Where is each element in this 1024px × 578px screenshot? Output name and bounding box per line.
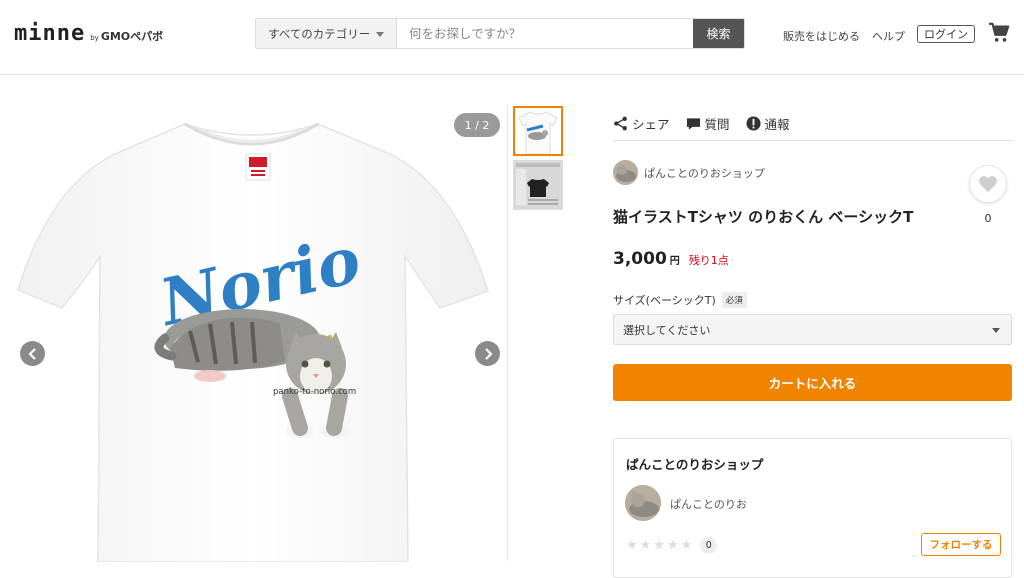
- cart-icon[interactable]: [988, 22, 1010, 44]
- next-image-button[interactable]: [475, 341, 500, 366]
- category-select-label: すべてのカテゴリー: [268, 26, 371, 41]
- chevron-down-icon: [376, 32, 384, 37]
- product-image[interactable]: Norio panko-to-norio.com: [0, 76, 507, 562]
- rating-stars: ★ ★ ★ ★ ★ 0: [626, 537, 718, 554]
- shop-card: ぱんことのりおショップ ぱんことのりお ★ ★ ★ ★ ★ 0 フォローする: [613, 438, 1012, 578]
- shop-card-title[interactable]: ぱんことのりおショップ: [626, 454, 763, 473]
- site-header: minne by GMOペパボ すべてのカテゴリー 検索 販売をはじめる ヘルプ…: [0, 0, 1024, 75]
- product-title: 猫イラストTシャツ のりおくん ベーシックT: [613, 208, 914, 226]
- speech-bubble-icon: [686, 117, 700, 130]
- shop-owner-avatar[interactable]: [625, 485, 661, 521]
- page-indicator: 1 / 2: [454, 113, 500, 137]
- size-select[interactable]: 選択してください: [613, 314, 1012, 345]
- star-icon: ★: [666, 538, 679, 553]
- shop-name: ぱんことのりおショップ: [644, 166, 765, 180]
- exclamation-icon: [746, 116, 761, 131]
- chevron-right-icon: [484, 347, 493, 360]
- report-label: 通報: [764, 117, 790, 132]
- size-label: サイズ(ベーシックT): [613, 294, 716, 307]
- question-button[interactable]: 質問: [686, 114, 730, 133]
- thumbnail-2[interactable]: [513, 160, 563, 210]
- search-bar: すべてのカテゴリー 検索: [255, 18, 745, 49]
- actions-divider: [613, 140, 1012, 141]
- follow-button[interactable]: フォローする: [921, 533, 1001, 556]
- share-icon: [614, 116, 627, 131]
- category-select[interactable]: すべてのカテゴリー: [256, 19, 397, 48]
- favorite-count: 0: [984, 212, 992, 225]
- shop-owner-name[interactable]: ぱんことのりお: [670, 496, 747, 512]
- chevron-down-icon: [992, 328, 1000, 333]
- add-to-cart-button[interactable]: カートに入れる: [613, 364, 1012, 401]
- shirt-print-caption: panko-to-norio.com: [273, 387, 356, 397]
- logo-main: minne: [14, 21, 86, 46]
- rating-count: 0: [700, 537, 718, 554]
- heart-icon: [979, 176, 997, 193]
- stock-badge: 残り1点: [688, 254, 729, 267]
- start-selling-link[interactable]: 販売をはじめる: [783, 28, 860, 44]
- star-icon: ★: [653, 538, 665, 553]
- currency: 円: [669, 256, 680, 267]
- search-input[interactable]: [397, 19, 693, 48]
- thumbnail-image: [514, 161, 562, 209]
- star-icon: ★: [626, 538, 638, 553]
- logo-by: by: [90, 34, 99, 42]
- shop-avatar: [613, 160, 638, 185]
- thumbnail-image: [518, 111, 558, 154]
- shop-link[interactable]: ぱんことのりおショップ: [613, 160, 765, 185]
- logo-brand: GMOペパボ: [100, 30, 164, 43]
- favorite-button[interactable]: [969, 165, 1007, 203]
- report-button[interactable]: 通報: [746, 114, 790, 133]
- minne-logo[interactable]: minne by GMOペパボ: [14, 21, 163, 46]
- star-icon: ★: [639, 538, 652, 553]
- star-icon: ★: [680, 538, 693, 553]
- size-select-value: 選択してください: [623, 323, 711, 337]
- gallery-divider: [507, 105, 508, 562]
- product-gallery: Norio panko-to-norio.com 1 / 2: [0, 76, 507, 562]
- thumbnail-1[interactable]: [513, 106, 563, 156]
- search-button[interactable]: 検索: [693, 19, 744, 48]
- required-badge: 必須: [721, 292, 747, 308]
- price: 3,000: [613, 249, 667, 269]
- share-button[interactable]: シェア: [613, 114, 670, 133]
- price-row: 3,000 円 残り1点: [613, 249, 729, 269]
- product-actions: シェア 質問 通報: [613, 114, 790, 133]
- prev-image-button[interactable]: [20, 341, 45, 366]
- login-button[interactable]: ログイン: [917, 25, 975, 43]
- question-label: 質問: [704, 117, 730, 132]
- share-label: シェア: [632, 117, 670, 132]
- chevron-left-icon: [27, 347, 36, 360]
- help-link[interactable]: ヘルプ: [872, 28, 905, 44]
- size-label-row: サイズ(ベーシックT) 必須: [613, 292, 747, 308]
